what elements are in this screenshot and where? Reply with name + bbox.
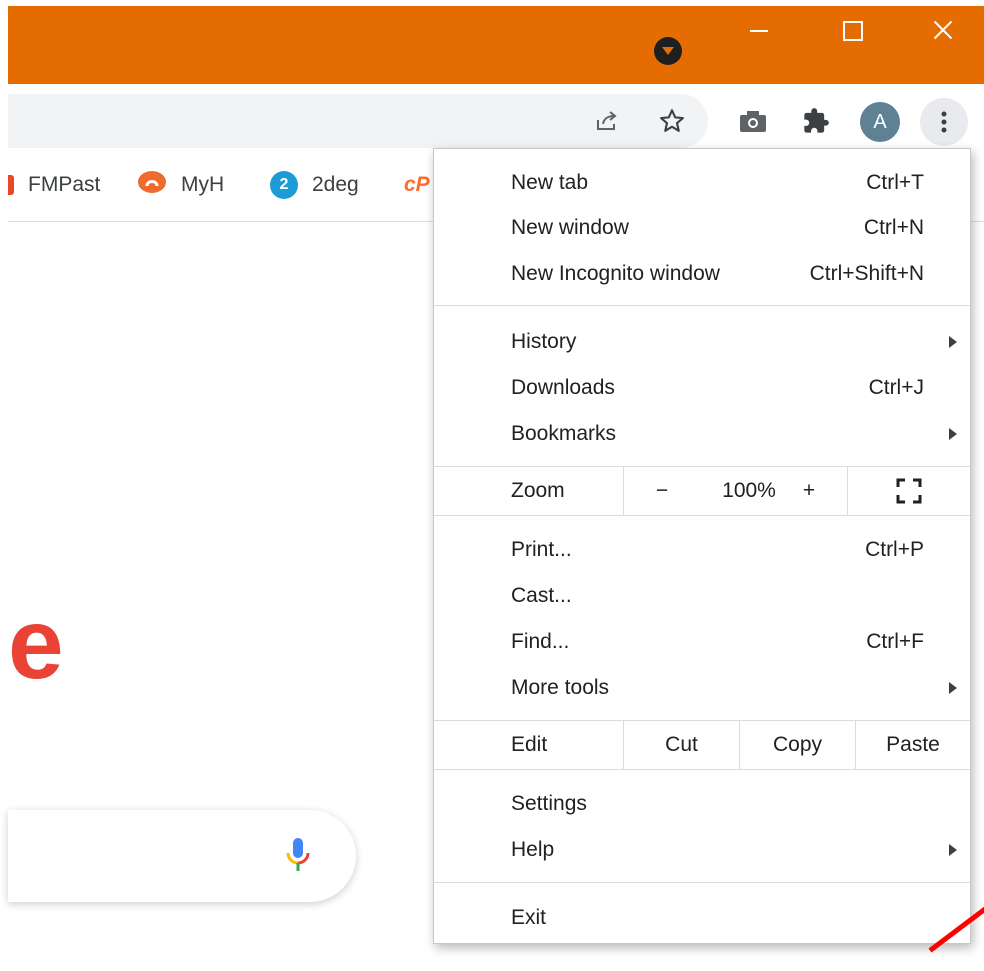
menu-item-shortcut: Ctrl+N	[863, 216, 924, 239]
bookmark-myh[interactable]: MyH	[137, 170, 224, 200]
copy-label: Copy	[772, 733, 823, 756]
bookmark-label: FMPast	[28, 173, 101, 196]
menu-item-label: More tools	[511, 676, 610, 699]
zoom-in-label: +	[802, 479, 816, 502]
menu-item-label: Cast...	[511, 584, 572, 607]
minimize-button[interactable]	[732, 6, 788, 56]
menu-item-label: Exit	[511, 906, 547, 929]
menu-item-label: Bookmarks	[511, 422, 617, 445]
menu-item-new-tab[interactable]: New tab Ctrl+T	[434, 161, 970, 205]
bookmark-label: MyH	[181, 173, 225, 196]
fullscreen-button[interactable]	[848, 467, 970, 515]
menu-item-shortcut: Ctrl+P	[865, 538, 924, 561]
maximize-button[interactable]	[824, 6, 880, 56]
zoom-out-label: −	[655, 479, 669, 502]
paste-label: Paste	[886, 733, 940, 756]
menu-item-label: Print...	[511, 538, 572, 561]
menu-item-new-window[interactable]: New window Ctrl+N	[434, 206, 970, 250]
fmpast-favicon-icon	[8, 175, 14, 195]
cut-label: Cut	[665, 733, 698, 756]
menu-item-settings[interactable]: Settings	[434, 782, 970, 826]
menu-item-label: Settings	[511, 792, 587, 815]
menu-item-cast[interactable]: Cast...	[434, 574, 970, 618]
menu-item-bookmarks[interactable]: Bookmarks	[434, 412, 970, 456]
zoom-value: 100%	[722, 479, 776, 502]
menu-item-history[interactable]: History	[434, 320, 970, 364]
menu-item-shortcut: Ctrl+F	[866, 630, 924, 653]
menu-item-shortcut: Ctrl+Shift+N	[809, 262, 924, 285]
menu-item-label: New Incognito window	[511, 262, 720, 285]
fullscreen-icon	[896, 478, 922, 504]
menu-item-label: Help	[511, 838, 555, 861]
edit-label: Edit	[511, 733, 548, 756]
camera-icon[interactable]	[733, 101, 773, 141]
menu-item-print[interactable]: Print... Ctrl+P	[434, 528, 970, 572]
bookmark-2deg[interactable]: 2 2deg	[270, 170, 359, 200]
google-logo-partial: e	[8, 588, 64, 700]
menu-item-shortcut: Ctrl+J	[868, 376, 924, 399]
submenu-arrow-icon	[949, 336, 957, 348]
tab-dropdown-icon[interactable]	[654, 37, 682, 65]
zoom-in-button[interactable]: +	[774, 467, 844, 515]
menu-item-more-tools[interactable]: More tools	[434, 666, 970, 710]
extensions-puzzle-icon[interactable]	[796, 101, 836, 141]
menu-divider	[434, 882, 970, 883]
profile-avatar[interactable]: A	[860, 102, 900, 142]
menu-item-label: Downloads	[511, 376, 615, 399]
zoom-label: Zoom	[511, 479, 565, 502]
chrome-main-menu: New tab Ctrl+T New window Ctrl+N New Inc…	[433, 148, 971, 944]
profile-initial: A	[873, 110, 887, 133]
menu-item-find[interactable]: Find... Ctrl+F	[434, 620, 970, 664]
menu-item-downloads[interactable]: Downloads Ctrl+J	[434, 366, 970, 410]
edit-row: Edit Cut Copy Paste	[434, 721, 970, 769]
menu-item-shortcut: Ctrl+T	[866, 171, 924, 194]
myh-favicon-icon	[137, 170, 167, 200]
menu-divider	[434, 305, 970, 306]
bookmark-label: 2deg	[312, 173, 359, 196]
submenu-arrow-icon	[949, 682, 957, 694]
2deg-favicon-icon: 2	[270, 171, 298, 199]
voice-search-mic-icon[interactable]	[283, 836, 313, 881]
menu-item-help[interactable]: Help	[434, 828, 970, 872]
menu-item-label: New window	[511, 216, 629, 239]
more-vert-icon	[941, 111, 947, 133]
paste-button[interactable]: Paste	[856, 721, 970, 769]
bookmark-star-icon[interactable]	[652, 101, 692, 141]
menu-item-new-incognito-window[interactable]: New Incognito window Ctrl+Shift+N	[434, 252, 970, 296]
menu-item-exit[interactable]: Exit	[434, 896, 970, 940]
cut-button[interactable]: Cut	[624, 721, 739, 769]
chrome-menu-button[interactable]	[920, 98, 968, 146]
menu-item-label: History	[511, 330, 577, 353]
share-icon[interactable]	[587, 101, 627, 141]
menu-item-label: Find...	[511, 630, 570, 653]
zoom-out-button[interactable]: −	[624, 467, 700, 515]
copy-button[interactable]: Copy	[740, 721, 855, 769]
bookmark-cpanel[interactable]: cP	[404, 170, 430, 200]
menu-divider	[434, 769, 970, 770]
bookmark-fmpast[interactable]: FMPast	[8, 170, 100, 200]
submenu-arrow-icon	[949, 428, 957, 440]
menu-divider	[434, 515, 970, 516]
menu-item-label: New tab	[511, 171, 589, 194]
submenu-arrow-icon	[949, 844, 957, 856]
zoom-row: Zoom − 100% +	[434, 467, 970, 515]
cpanel-favicon-icon: cP	[404, 173, 430, 196]
close-button[interactable]	[914, 6, 970, 56]
